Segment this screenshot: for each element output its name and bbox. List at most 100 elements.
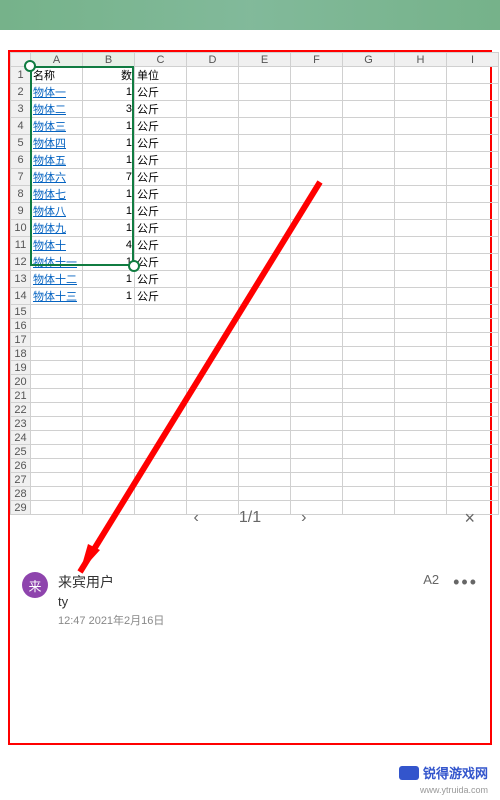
table-row[interactable]: 27 bbox=[11, 473, 499, 487]
cell[interactable]: 1 bbox=[83, 152, 135, 169]
column-header-F[interactable]: F bbox=[291, 53, 343, 67]
cell[interactable]: 物体十 bbox=[31, 237, 83, 254]
column-header-G[interactable]: G bbox=[343, 53, 395, 67]
cell[interactable] bbox=[395, 361, 447, 375]
cell[interactable] bbox=[447, 459, 499, 473]
cell[interactable] bbox=[239, 271, 291, 288]
cell[interactable] bbox=[395, 445, 447, 459]
cell[interactable]: 公斤 bbox=[135, 84, 187, 101]
table-row[interactable]: 7物体六7公斤 bbox=[11, 169, 499, 186]
cell[interactable]: 公斤 bbox=[135, 169, 187, 186]
cell[interactable] bbox=[447, 220, 499, 237]
cell[interactable] bbox=[31, 319, 83, 333]
cell[interactable] bbox=[447, 431, 499, 445]
cell[interactable] bbox=[291, 305, 343, 319]
cell[interactable] bbox=[187, 135, 239, 152]
cell[interactable] bbox=[135, 473, 187, 487]
cell[interactable] bbox=[187, 459, 239, 473]
cell[interactable] bbox=[239, 254, 291, 271]
cell[interactable]: 公斤 bbox=[135, 203, 187, 220]
table-row[interactable]: 18 bbox=[11, 347, 499, 361]
cell[interactable] bbox=[447, 135, 499, 152]
cell[interactable] bbox=[291, 152, 343, 169]
cell[interactable] bbox=[447, 445, 499, 459]
cell[interactable] bbox=[239, 118, 291, 135]
cell[interactable] bbox=[31, 473, 83, 487]
cell[interactable] bbox=[239, 67, 291, 84]
cell[interactable] bbox=[187, 333, 239, 347]
cell[interactable] bbox=[291, 389, 343, 403]
cell[interactable]: 1 bbox=[83, 271, 135, 288]
cell[interactable] bbox=[447, 403, 499, 417]
table-row[interactable]: 3物体二3公斤 bbox=[11, 101, 499, 118]
column-header-H[interactable]: H bbox=[395, 53, 447, 67]
table-row[interactable]: 10物体九1公斤 bbox=[11, 220, 499, 237]
cell[interactable] bbox=[343, 118, 395, 135]
cell[interactable]: 1 bbox=[83, 220, 135, 237]
table-row[interactable]: 5物体四1公斤 bbox=[11, 135, 499, 152]
cell[interactable] bbox=[343, 288, 395, 305]
cell[interactable] bbox=[31, 417, 83, 431]
cell[interactable]: 公斤 bbox=[135, 186, 187, 203]
table-row[interactable]: 4物体三1公斤 bbox=[11, 118, 499, 135]
cell[interactable] bbox=[187, 305, 239, 319]
table-row[interactable]: 9物体八1公斤 bbox=[11, 203, 499, 220]
cell[interactable] bbox=[343, 271, 395, 288]
cell[interactable] bbox=[343, 403, 395, 417]
cell[interactable] bbox=[135, 333, 187, 347]
table-row[interactable]: 6物体五1公斤 bbox=[11, 152, 499, 169]
row-header[interactable]: 7 bbox=[11, 169, 31, 186]
cell[interactable]: 公斤 bbox=[135, 135, 187, 152]
cell[interactable]: 物体十三 bbox=[31, 288, 83, 305]
cell[interactable]: 1 bbox=[83, 203, 135, 220]
cell[interactable]: 物体一 bbox=[31, 84, 83, 101]
cell[interactable] bbox=[447, 319, 499, 333]
cell[interactable]: 1 bbox=[83, 288, 135, 305]
table-row[interactable]: 16 bbox=[11, 319, 499, 333]
row-header[interactable]: 1 bbox=[11, 67, 31, 84]
cell[interactable] bbox=[447, 237, 499, 254]
cell[interactable] bbox=[239, 169, 291, 186]
cell[interactable] bbox=[291, 417, 343, 431]
table-row[interactable]: 2物体一1公斤 bbox=[11, 84, 499, 101]
row-header[interactable]: 16 bbox=[11, 319, 31, 333]
table-row[interactable]: 8物体七1公斤 bbox=[11, 186, 499, 203]
cell[interactable] bbox=[31, 347, 83, 361]
column-header-D[interactable]: D bbox=[187, 53, 239, 67]
cell[interactable] bbox=[343, 135, 395, 152]
cell[interactable] bbox=[135, 417, 187, 431]
row-header[interactable]: 9 bbox=[11, 203, 31, 220]
cell[interactable] bbox=[239, 101, 291, 118]
cell[interactable] bbox=[343, 169, 395, 186]
cell[interactable] bbox=[395, 333, 447, 347]
cell[interactable]: 物体九 bbox=[31, 220, 83, 237]
cell[interactable] bbox=[187, 254, 239, 271]
cell[interactable] bbox=[187, 203, 239, 220]
cell[interactable] bbox=[291, 445, 343, 459]
cell[interactable] bbox=[135, 305, 187, 319]
cell[interactable] bbox=[187, 169, 239, 186]
cell[interactable] bbox=[239, 389, 291, 403]
row-header[interactable]: 13 bbox=[11, 271, 31, 288]
cell[interactable] bbox=[343, 375, 395, 389]
cell[interactable] bbox=[291, 288, 343, 305]
cell[interactable] bbox=[187, 237, 239, 254]
cell[interactable] bbox=[291, 254, 343, 271]
pager-next[interactable]: › bbox=[301, 509, 306, 527]
cell[interactable] bbox=[447, 361, 499, 375]
cell[interactable] bbox=[239, 445, 291, 459]
cell[interactable] bbox=[187, 67, 239, 84]
row-header[interactable]: 4 bbox=[11, 118, 31, 135]
cell[interactable] bbox=[447, 101, 499, 118]
cell[interactable] bbox=[291, 101, 343, 118]
cell[interactable]: 公斤 bbox=[135, 152, 187, 169]
table-row[interactable]: 17 bbox=[11, 333, 499, 347]
row-header[interactable]: 27 bbox=[11, 473, 31, 487]
cell[interactable] bbox=[187, 375, 239, 389]
table-row[interactable]: 15 bbox=[11, 305, 499, 319]
table-row[interactable]: 11物体十4公斤 bbox=[11, 237, 499, 254]
cell[interactable] bbox=[343, 67, 395, 84]
cell[interactable] bbox=[291, 84, 343, 101]
cell[interactable] bbox=[239, 152, 291, 169]
row-header[interactable]: 21 bbox=[11, 389, 31, 403]
